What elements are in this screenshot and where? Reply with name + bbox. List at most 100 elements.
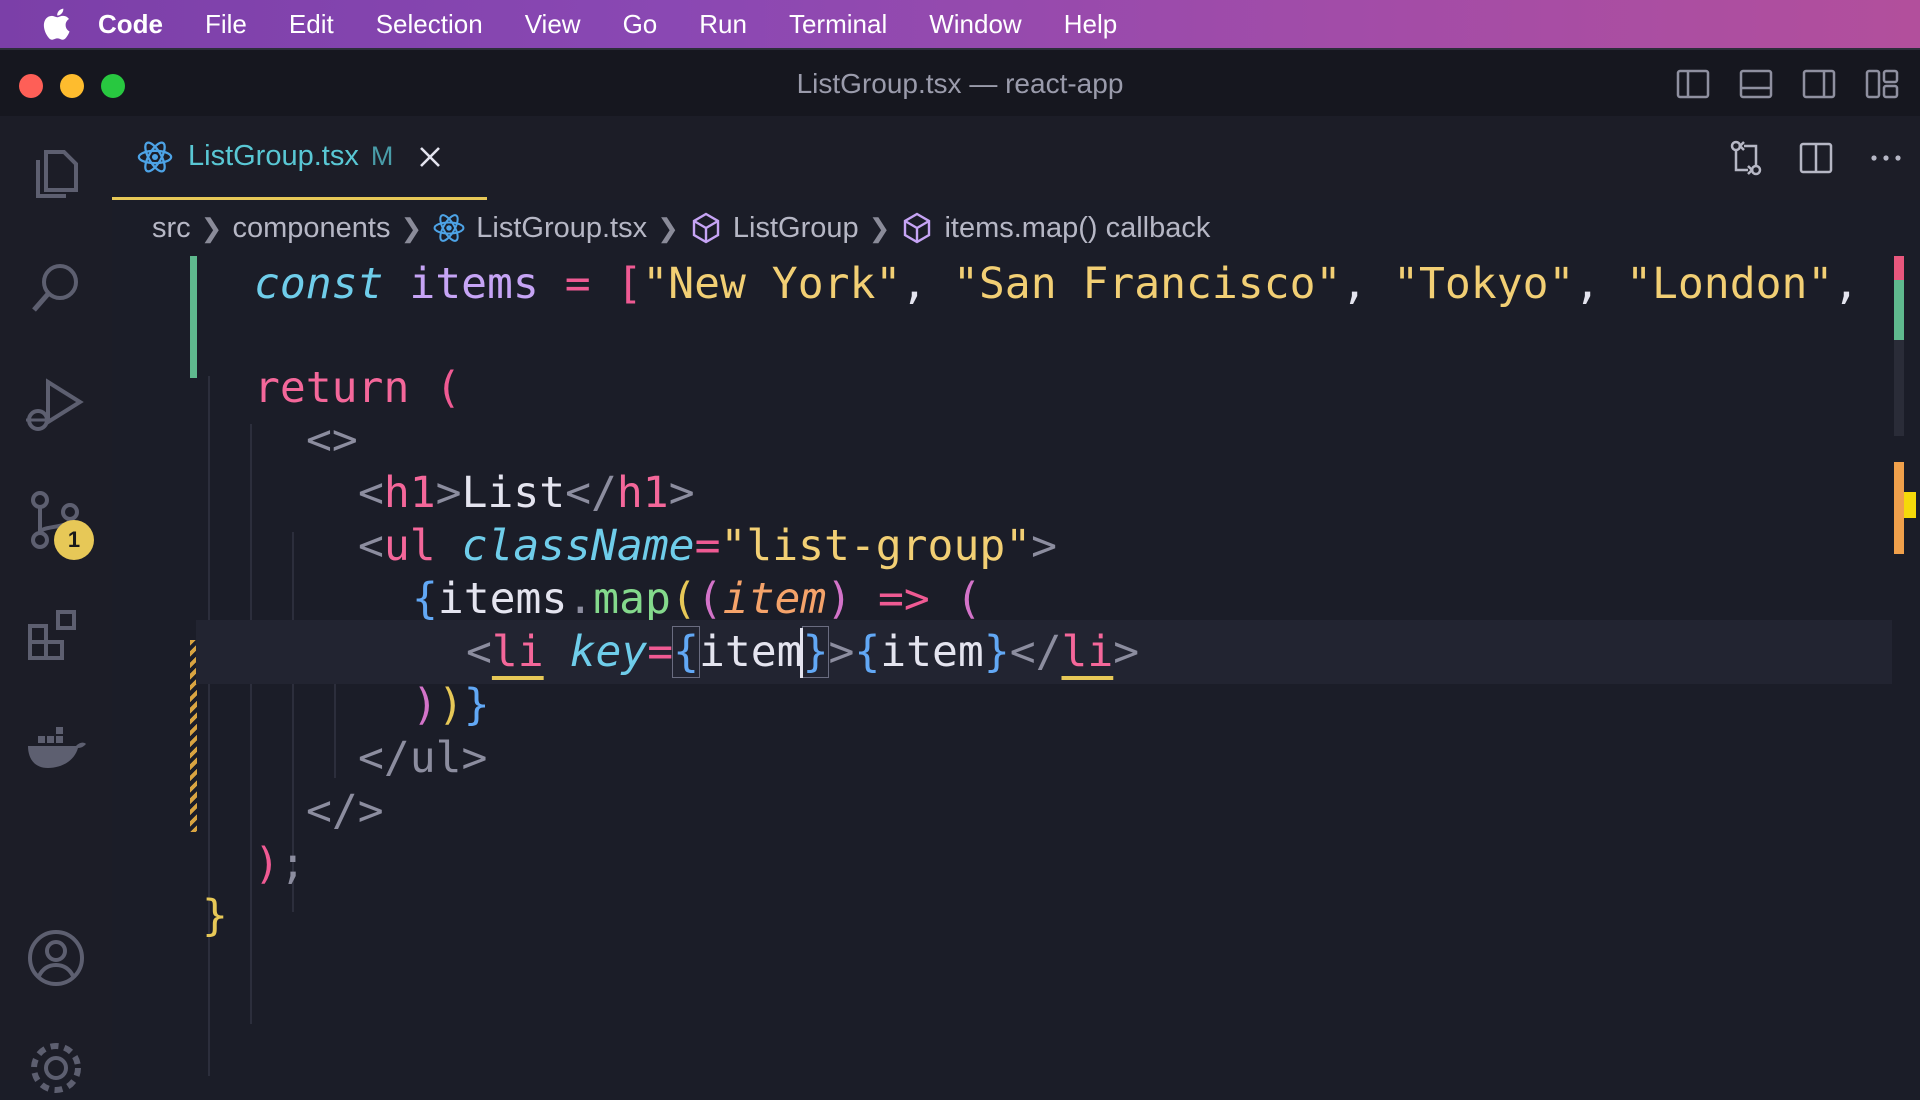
breadcrumb-src[interactable]: src xyxy=(152,212,191,245)
account-icon[interactable] xyxy=(24,926,88,990)
token-identifier: items xyxy=(437,574,568,624)
token-tag: li xyxy=(491,627,544,677)
token-closing-tag: </ul> xyxy=(358,733,488,783)
token-tag-bracket: > xyxy=(435,468,462,518)
token-tag-bracket: < xyxy=(358,468,384,518)
settings-icon[interactable] xyxy=(24,1036,88,1100)
token-tag-bracket: </ xyxy=(565,468,617,518)
menu-file[interactable]: File xyxy=(184,9,268,40)
customize-layout-icon[interactable] xyxy=(1864,66,1900,102)
token-brace: } xyxy=(463,680,490,730)
toggle-panel-icon[interactable] xyxy=(1738,66,1774,102)
extensions-icon[interactable] xyxy=(24,604,88,668)
layout-controls xyxy=(1675,66,1900,102)
breadcrumb-components[interactable]: components xyxy=(232,212,390,245)
token-tag-bracket: > xyxy=(828,627,855,677)
chevron-right-icon: ❯ xyxy=(657,212,679,243)
chevron-right-icon: ❯ xyxy=(400,212,423,243)
token-attribute: className xyxy=(461,521,695,571)
token-fragment: </> xyxy=(306,786,384,836)
tab-modified-indicator: M xyxy=(370,141,394,171)
breadcrumb: src ❯ components ❯ ListGroup.tsx ❯ ListG… xyxy=(152,206,1210,250)
token-punct: , xyxy=(1574,259,1601,309)
editor-actions xyxy=(1726,138,1906,178)
scrollbar-modified-marker xyxy=(1894,462,1904,554)
menu-help[interactable]: Help xyxy=(1043,9,1138,40)
token-semicolon: ; xyxy=(279,839,306,889)
token-tag-bracket: </ xyxy=(1009,627,1062,677)
react-file-icon xyxy=(137,141,173,172)
token-tag: h1 xyxy=(383,468,436,518)
token-tag: h1 xyxy=(616,468,669,518)
token-operator: = xyxy=(647,627,674,677)
react-file-icon xyxy=(433,214,465,242)
token-paren: ) xyxy=(254,839,280,889)
menu-window[interactable]: Window xyxy=(908,9,1042,40)
token-string: "New York" xyxy=(642,259,902,309)
token-brace: } xyxy=(983,627,1010,677)
chevron-right-icon: ❯ xyxy=(868,212,891,243)
split-editor-icon[interactable] xyxy=(1796,138,1836,178)
token-text: List xyxy=(461,468,566,518)
menu-view[interactable]: View xyxy=(504,9,602,40)
toggle-primary-sidebar-icon[interactable] xyxy=(1675,66,1711,102)
docker-icon[interactable] xyxy=(24,716,88,780)
token-tag: li xyxy=(1061,627,1114,677)
tab-bar: ListGroup.tsx M xyxy=(112,116,1920,200)
breadcrumb-symbol-listgroup[interactable]: ListGroup xyxy=(733,212,859,245)
menu-app[interactable]: Code xyxy=(78,9,184,40)
toggle-secondary-sidebar-icon[interactable] xyxy=(1801,66,1837,102)
gutter-added-marker xyxy=(190,256,197,378)
symbol-function-icon xyxy=(904,212,931,244)
token-string: "Tokyo" xyxy=(1393,259,1575,309)
token-function: map xyxy=(593,574,671,624)
token-identifier: item xyxy=(699,627,803,677)
editor-area: ListGroup.tsx M src ❯ components ❯ ListG… xyxy=(112,116,1920,1080)
token-brace: { xyxy=(854,627,881,677)
menu-selection[interactable]: Selection xyxy=(355,9,504,40)
token-tag-bracket: < xyxy=(358,521,384,571)
tab-listgroup[interactable]: ListGroup.tsx M xyxy=(112,116,487,200)
more-actions-icon[interactable] xyxy=(1866,138,1906,178)
run-debug-icon[interactable] xyxy=(24,374,88,438)
code-editor[interactable]: const items = ["New York", "San Francisc… xyxy=(112,256,1892,1080)
menu-terminal[interactable]: Terminal xyxy=(768,9,908,40)
window-titlebar: ListGroup.tsx — react-app xyxy=(0,48,1920,116)
token-tag-bracket: > xyxy=(1031,521,1058,571)
breadcrumb-file[interactable]: ListGroup.tsx xyxy=(476,212,647,245)
code-line-1: const items = ["New York", "San Francisc… xyxy=(254,256,1892,316)
token-fragment: <> xyxy=(306,415,358,465)
token-paren: ) xyxy=(437,680,464,730)
close-icon[interactable] xyxy=(417,144,443,170)
token-paren: ) xyxy=(826,574,853,624)
menu-edit[interactable]: Edit xyxy=(268,9,355,40)
files-icon[interactable] xyxy=(24,142,88,206)
token-attribute: key xyxy=(569,627,648,677)
token-tag-bracket: > xyxy=(668,468,695,518)
apple-icon[interactable] xyxy=(36,8,78,40)
token-string: "San Francisco" xyxy=(953,259,1342,309)
source-control-badge: 1 xyxy=(54,520,94,560)
menu-go[interactable]: Go xyxy=(602,9,679,40)
scrollbar-error-marker xyxy=(1894,256,1904,280)
token-brace: } xyxy=(202,891,228,941)
token-brace: { xyxy=(672,626,701,678)
token-brace: { xyxy=(412,574,438,624)
token-operator: = xyxy=(694,521,721,571)
token-string: "London" xyxy=(1626,259,1834,309)
token-arrow: => xyxy=(878,574,930,624)
token-tag-bracket: > xyxy=(1113,627,1140,677)
code-line-13: } xyxy=(202,884,1892,948)
breadcrumb-symbol-callback[interactable]: items.map() callback xyxy=(944,212,1210,245)
token-tag-bracket: < xyxy=(466,627,492,677)
token-keyword: return xyxy=(254,363,410,413)
token-paren: ( xyxy=(670,574,697,624)
search-icon[interactable] xyxy=(24,256,88,320)
tab-label: ListGroup.tsx xyxy=(188,140,359,172)
window-title: ListGroup.tsx — react-app xyxy=(796,68,1124,99)
token-paren: ( xyxy=(955,574,982,624)
open-changes-icon[interactable] xyxy=(1726,138,1766,178)
menu-run[interactable]: Run xyxy=(678,9,768,40)
token-tag: ul xyxy=(383,521,436,571)
text-cursor xyxy=(800,628,803,678)
